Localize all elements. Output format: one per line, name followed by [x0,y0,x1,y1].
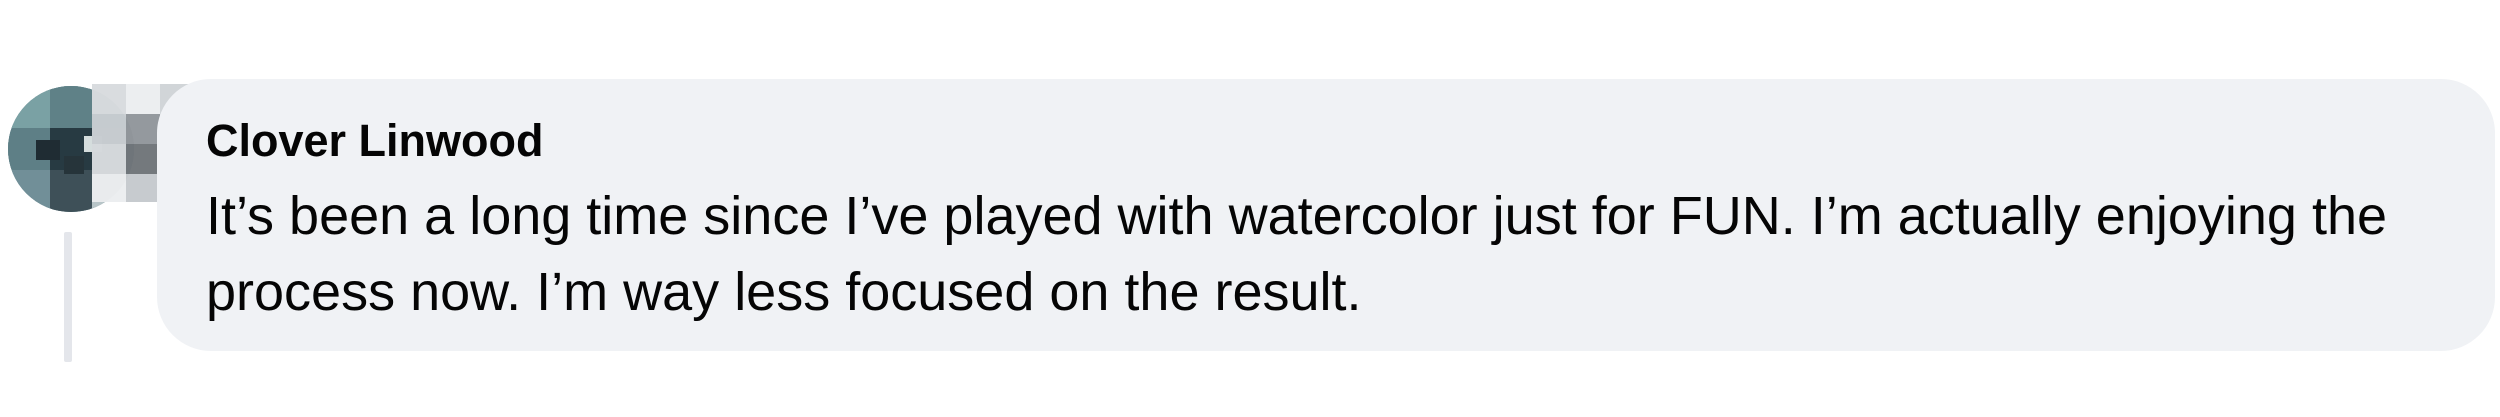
comment-author-name[interactable]: Clover Linwood [206,111,544,171]
thread-line [64,232,72,362]
comment-item: Clover Linwood It’s been a long time sin… [0,0,2500,417]
comment-text: It’s been a long time since I’ve played … [206,186,2388,322]
